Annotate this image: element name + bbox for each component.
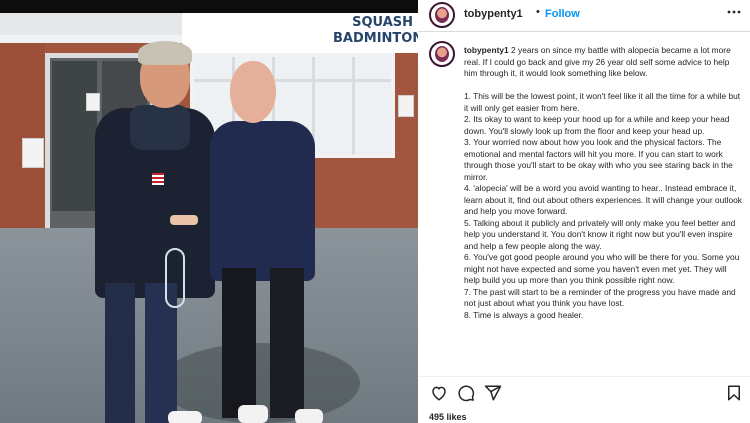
comment-icon[interactable] xyxy=(456,383,476,403)
person-right-shoe xyxy=(238,405,268,423)
post-side-panel: tobypenty1 • Follow tobypenty1 2 years o… xyxy=(418,0,750,423)
caption-lead: tobypenty1 2 years on since my battle wi… xyxy=(464,45,744,80)
person-right-jacket xyxy=(210,121,315,281)
roof-edge xyxy=(0,13,190,35)
heart-icon-glyph xyxy=(432,386,446,401)
actions-divider xyxy=(418,376,750,377)
more-options-icon-glyph xyxy=(727,10,741,14)
avatar[interactable] xyxy=(429,2,455,28)
more-options-icon[interactable] xyxy=(726,4,742,23)
face-mask xyxy=(165,248,185,308)
header-divider xyxy=(418,31,750,32)
window-transom xyxy=(194,79,391,82)
sign-line-2: BADMINTON xyxy=(333,31,418,46)
person-right-shoe xyxy=(295,409,323,423)
share-icon-glyph xyxy=(484,385,502,401)
person-left-leg xyxy=(105,283,135,423)
wall-notice xyxy=(22,138,44,168)
person-right-leg xyxy=(222,268,256,418)
header-username[interactable]: tobypenty1 xyxy=(464,8,523,20)
door-glass-left xyxy=(52,61,97,211)
caption-item: 5. Talking about it publicly and private… xyxy=(464,217,736,251)
caption: tobypenty1 2 years on since my battle wi… xyxy=(464,45,744,372)
comment-icon-glyph xyxy=(458,385,475,402)
caption-item: 2. Its okay to want to keep your hood up… xyxy=(464,114,730,136)
person-right-leg xyxy=(270,268,304,418)
person-right-head xyxy=(230,61,276,123)
heart-icon[interactable] xyxy=(429,383,449,403)
post-photo[interactable]: SQUASH BADMINTON xyxy=(0,13,418,423)
wall-notice-right xyxy=(398,95,414,117)
caption-username[interactable]: tobypenty1 xyxy=(464,45,509,55)
sign-line-1: SQUASH xyxy=(352,15,413,30)
caption-item: 4. 'alopecia' will be a word you avoid w… xyxy=(464,183,742,216)
bookmark-icon[interactable] xyxy=(724,383,744,403)
person-left-hair xyxy=(138,41,192,65)
caption-item: 7. The past will start to be a reminder … xyxy=(464,286,736,309)
door-notice xyxy=(86,93,100,111)
person-left-shoe xyxy=(168,411,202,423)
held-paper xyxy=(170,215,198,225)
caption-item: 3. Your worried now about how you look a… xyxy=(464,137,733,182)
shirt-flag-badge xyxy=(152,173,164,185)
window-mullion xyxy=(352,57,355,154)
building-sign: SQUASH BADMINTON xyxy=(333,15,418,47)
caption-item: 6. You've got good people around you who… xyxy=(464,252,740,285)
post-header: tobypenty1 • Follow xyxy=(418,0,750,30)
share-icon[interactable] xyxy=(483,383,503,403)
caption-item: 1. This will be the lowest point, it won… xyxy=(464,91,741,113)
caption-avatar[interactable] xyxy=(429,41,455,67)
action-bar xyxy=(418,383,750,407)
bookmark-icon-glyph xyxy=(728,385,740,401)
separator-dot: • xyxy=(536,6,540,18)
likes-count[interactable]: 495 likes xyxy=(429,412,467,422)
caption-item: 8. Time is always a good healer. xyxy=(464,309,584,320)
person-left-hood xyxy=(130,105,190,150)
follow-button[interactable]: Follow xyxy=(545,8,580,20)
